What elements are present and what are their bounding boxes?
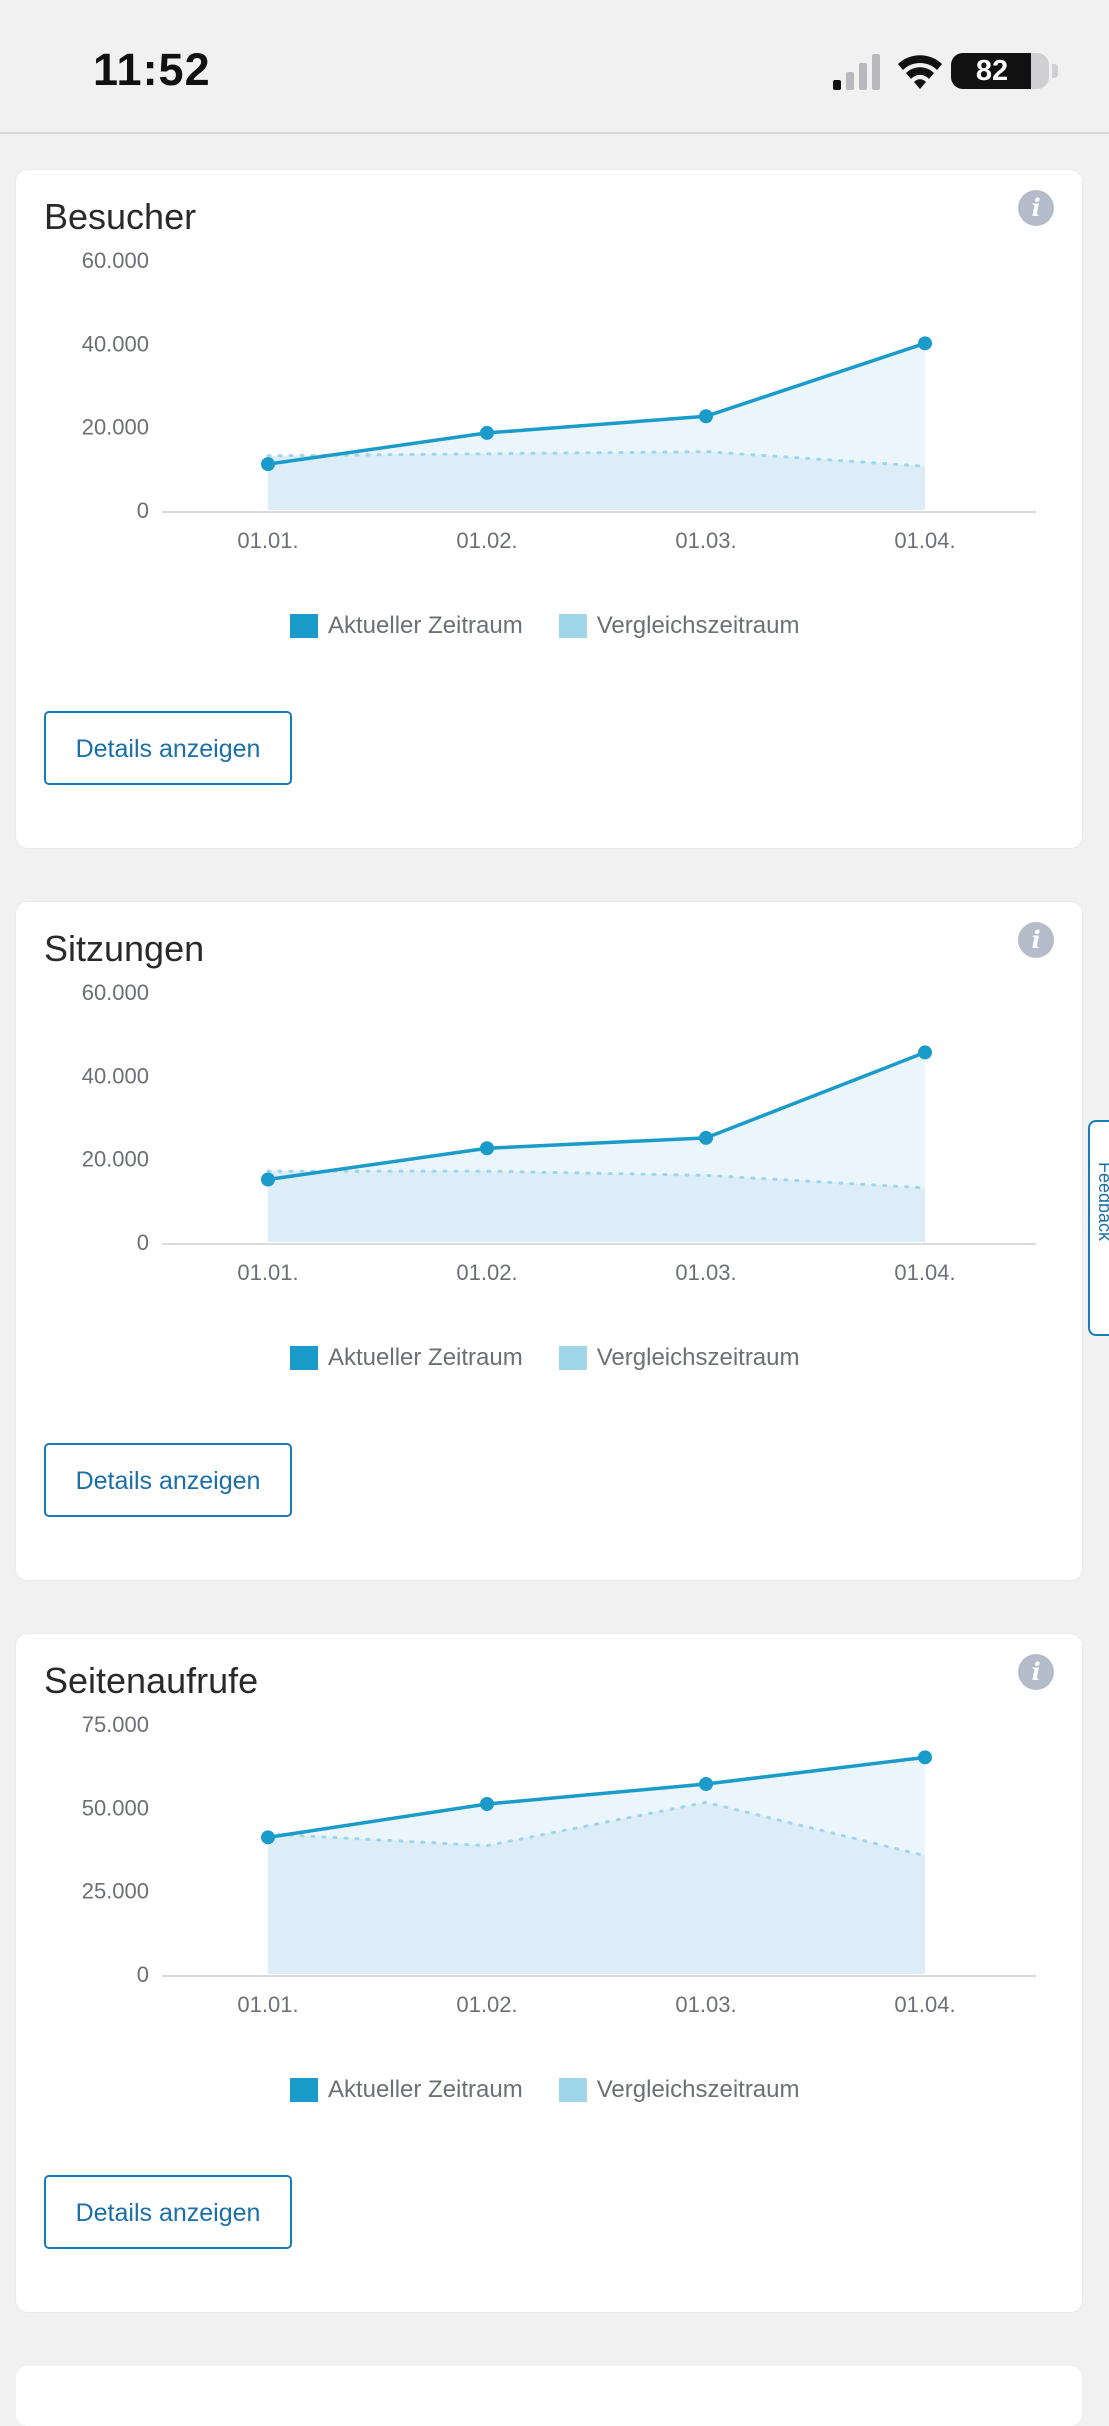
battery-nub [1052,64,1058,78]
feedback-label: Feedback [1095,1162,1109,1242]
legend-swatch-compare [558,2078,587,2102]
y-tick-label: 25.000 [82,1879,149,1904]
legend-item-compare: Vergleichszeitraum [558,2076,800,2104]
x-tick-label: 01.03. [675,528,736,553]
status-time: 11:52 [93,44,211,95]
card-besucher: Besucher i 0 20.000 40.000 60.000 01.01. 01.0… [16,170,1082,848]
x-tick-label: 01.03. [675,1260,736,1285]
legend-label-current: Aktueller Zeitraum [328,1344,523,1371]
card-title: Besucher [44,196,197,237]
y-tick-label: 40.000 [82,331,149,356]
legend-label-compare: Vergleichszeitraum [596,2076,800,2103]
x-tick-label: 01.04. [894,1992,955,2017]
legend-item-compare: Vergleichszeitraum [558,1344,800,1372]
wifi-icon [898,55,942,89]
card-title: Sitzungen [44,928,205,969]
data-point-current [261,457,275,472]
x-tick-label: 01.01. [237,528,298,553]
data-point-current [261,1172,275,1187]
data-point-current [480,1797,494,1811]
chart: 0 20.000 40.000 60.000 01.01. 01.02. 01.03. 01.… [82,980,1036,1285]
chart-legend: Aktueller Zeitraum Vergleichszeitraum [290,2074,836,2106]
area-compare [268,451,925,510]
data-point-current [918,1045,932,1060]
x-tick-label: 01.02. [456,1992,517,2017]
legend-item-current: Aktueller Zeitraum [290,2076,523,2104]
data-point-current [918,1750,932,1765]
y-tick-label: 60.000 [82,980,149,1005]
x-tick-label: 01.02. [456,528,517,553]
legend-swatch-current [290,2078,318,2102]
data-point-current [699,1130,713,1145]
legend-label-current: Aktueller Zeitraum [328,2076,523,2103]
legend-label-compare: Vergleichszeitraum [596,1344,800,1371]
x-tick-label: 01.03. [675,1992,736,2017]
details-button[interactable]: Details anzeigen [44,1443,292,1517]
status-bar: 11:52 82 [0,0,1109,134]
chart: 0 20.000 40.000 60.000 01.01. 01.02. 01.03. 01.… [82,248,1036,553]
x-tick-label: 01.01. [237,1260,298,1285]
chart-legend: Aktueller Zeitraum Vergleichszeitraum [290,1342,836,1374]
signal-icon [833,54,880,90]
data-point-current [480,1141,494,1156]
details-button[interactable]: Details anzeigen [44,2175,292,2249]
x-tick-label: 01.04. [894,1260,955,1285]
card-next-partial [16,2366,1082,2426]
legend-swatch-compare [558,614,587,638]
legend-item-current: Aktueller Zeitraum [290,1344,523,1372]
info-icon[interactable]: i [1018,1654,1054,1690]
data-point-current [261,1830,275,1845]
legend-swatch-current [290,1346,318,1370]
legend-label-compare: Vergleichszeitraum [596,612,800,639]
y-tick-label: 20.000 [82,1147,149,1172]
legend-label-current: Aktueller Zeitraum [328,612,523,639]
feedback-tab[interactable]: Feedback [1088,1120,1109,1336]
data-point-current [918,336,932,351]
chart-legend: Aktueller Zeitraum Vergleichszeitraum [290,610,836,642]
data-point-current [699,1777,713,1791]
y-tick-label: 20.000 [82,415,149,440]
card-seitenaufrufe: Seitenaufrufe i 0 25.000 50.000 75.000 01.01… [16,1634,1082,2312]
battery-icon: 82 [951,53,1059,89]
details-button[interactable]: Details anzeigen [44,711,292,785]
y-tick-label: 50.000 [82,1795,149,1820]
legend-item-current: Aktueller Zeitraum [290,612,523,640]
y-tick-label: 60.000 [82,248,149,273]
info-icon[interactable]: i [1018,922,1054,958]
data-point-current [480,425,494,440]
data-point-current [699,409,713,424]
card-sitzungen: Sitzungen i 0 20.000 40.000 60.000 01.01. 01.… [16,902,1082,1580]
x-tick-label: 01.04. [894,528,955,553]
x-tick-label: 01.02. [456,1260,517,1285]
x-tick-label: 01.01. [237,1992,298,2017]
legend-item-compare: Vergleichszeitraum [558,612,800,640]
card-title: Seitenaufrufe [44,1660,259,1701]
y-tick-label: 40.000 [82,1063,149,1088]
y-tick-label: 0 [137,498,149,523]
info-icon[interactable]: i [1018,190,1054,226]
battery-body: 82 [951,53,1049,89]
legend-swatch-compare [558,1346,587,1370]
y-tick-label: 0 [137,1230,149,1255]
y-tick-label: 0 [137,1962,149,1987]
chart: 0 25.000 50.000 75.000 01.01. 01.02. 01.03. 01.… [82,1712,1036,2017]
legend-swatch-current [290,614,318,638]
y-tick-label: 75.000 [82,1712,149,1737]
battery-percentage: 82 [975,55,1009,87]
status-icons: 82 [799,50,1059,90]
